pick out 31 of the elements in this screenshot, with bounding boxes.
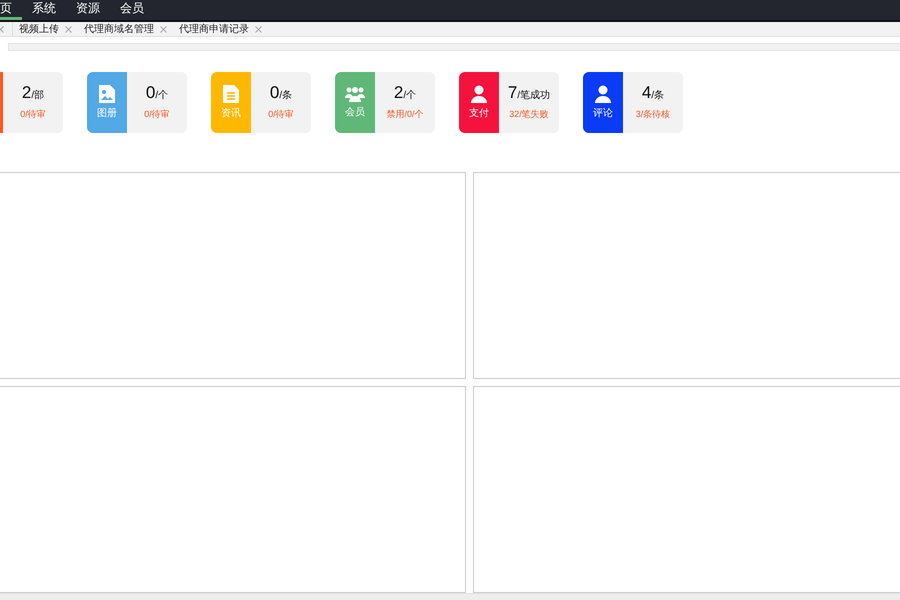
close-icon[interactable] xyxy=(255,26,262,32)
stat-subtext: 3/条待核 xyxy=(636,108,670,122)
close-icon[interactable] xyxy=(160,26,167,32)
users-icon xyxy=(344,86,366,102)
stat-value: 2/个 xyxy=(394,83,416,104)
image-file-icon xyxy=(99,84,115,103)
stat-label: 资讯 xyxy=(221,106,241,120)
nav-item[interactable]: 系统 xyxy=(22,0,66,20)
stat-subtext: 32/笔失败 xyxy=(509,108,549,122)
nav-item[interactable]: 会员 xyxy=(110,0,154,20)
tab-label[interactable]: 代理商域名管理 xyxy=(84,22,154,36)
stat-value: 0/条 xyxy=(270,83,292,104)
stat-label: 评论 xyxy=(593,106,613,120)
stat-subtext: 0/待审 xyxy=(144,108,170,122)
stat-value: 2/部 xyxy=(22,83,44,104)
stat-value: 7/笔成功 xyxy=(508,83,550,104)
stat-label: 图册 xyxy=(97,106,117,120)
stat-value: 0/个 xyxy=(146,83,168,104)
stat-label: 会员 xyxy=(345,106,365,119)
stat-subtext: 禁用/0/个 xyxy=(386,108,424,122)
stat-subtext: 0/待审 xyxy=(268,108,294,122)
tab-label[interactable]: 视频上传 xyxy=(19,22,59,36)
stat-value: 4/条 xyxy=(642,83,664,104)
tab-label[interactable]: 代理商申请记录 xyxy=(179,22,249,36)
document-icon xyxy=(223,84,239,103)
user-icon xyxy=(595,84,611,103)
close-icon[interactable] xyxy=(65,26,72,32)
stat-label: 支付 xyxy=(469,106,489,120)
stat-subtext: 0/待审 xyxy=(20,108,46,122)
user-icon xyxy=(471,84,487,103)
nav-item[interactable]: 资源 xyxy=(66,0,110,20)
